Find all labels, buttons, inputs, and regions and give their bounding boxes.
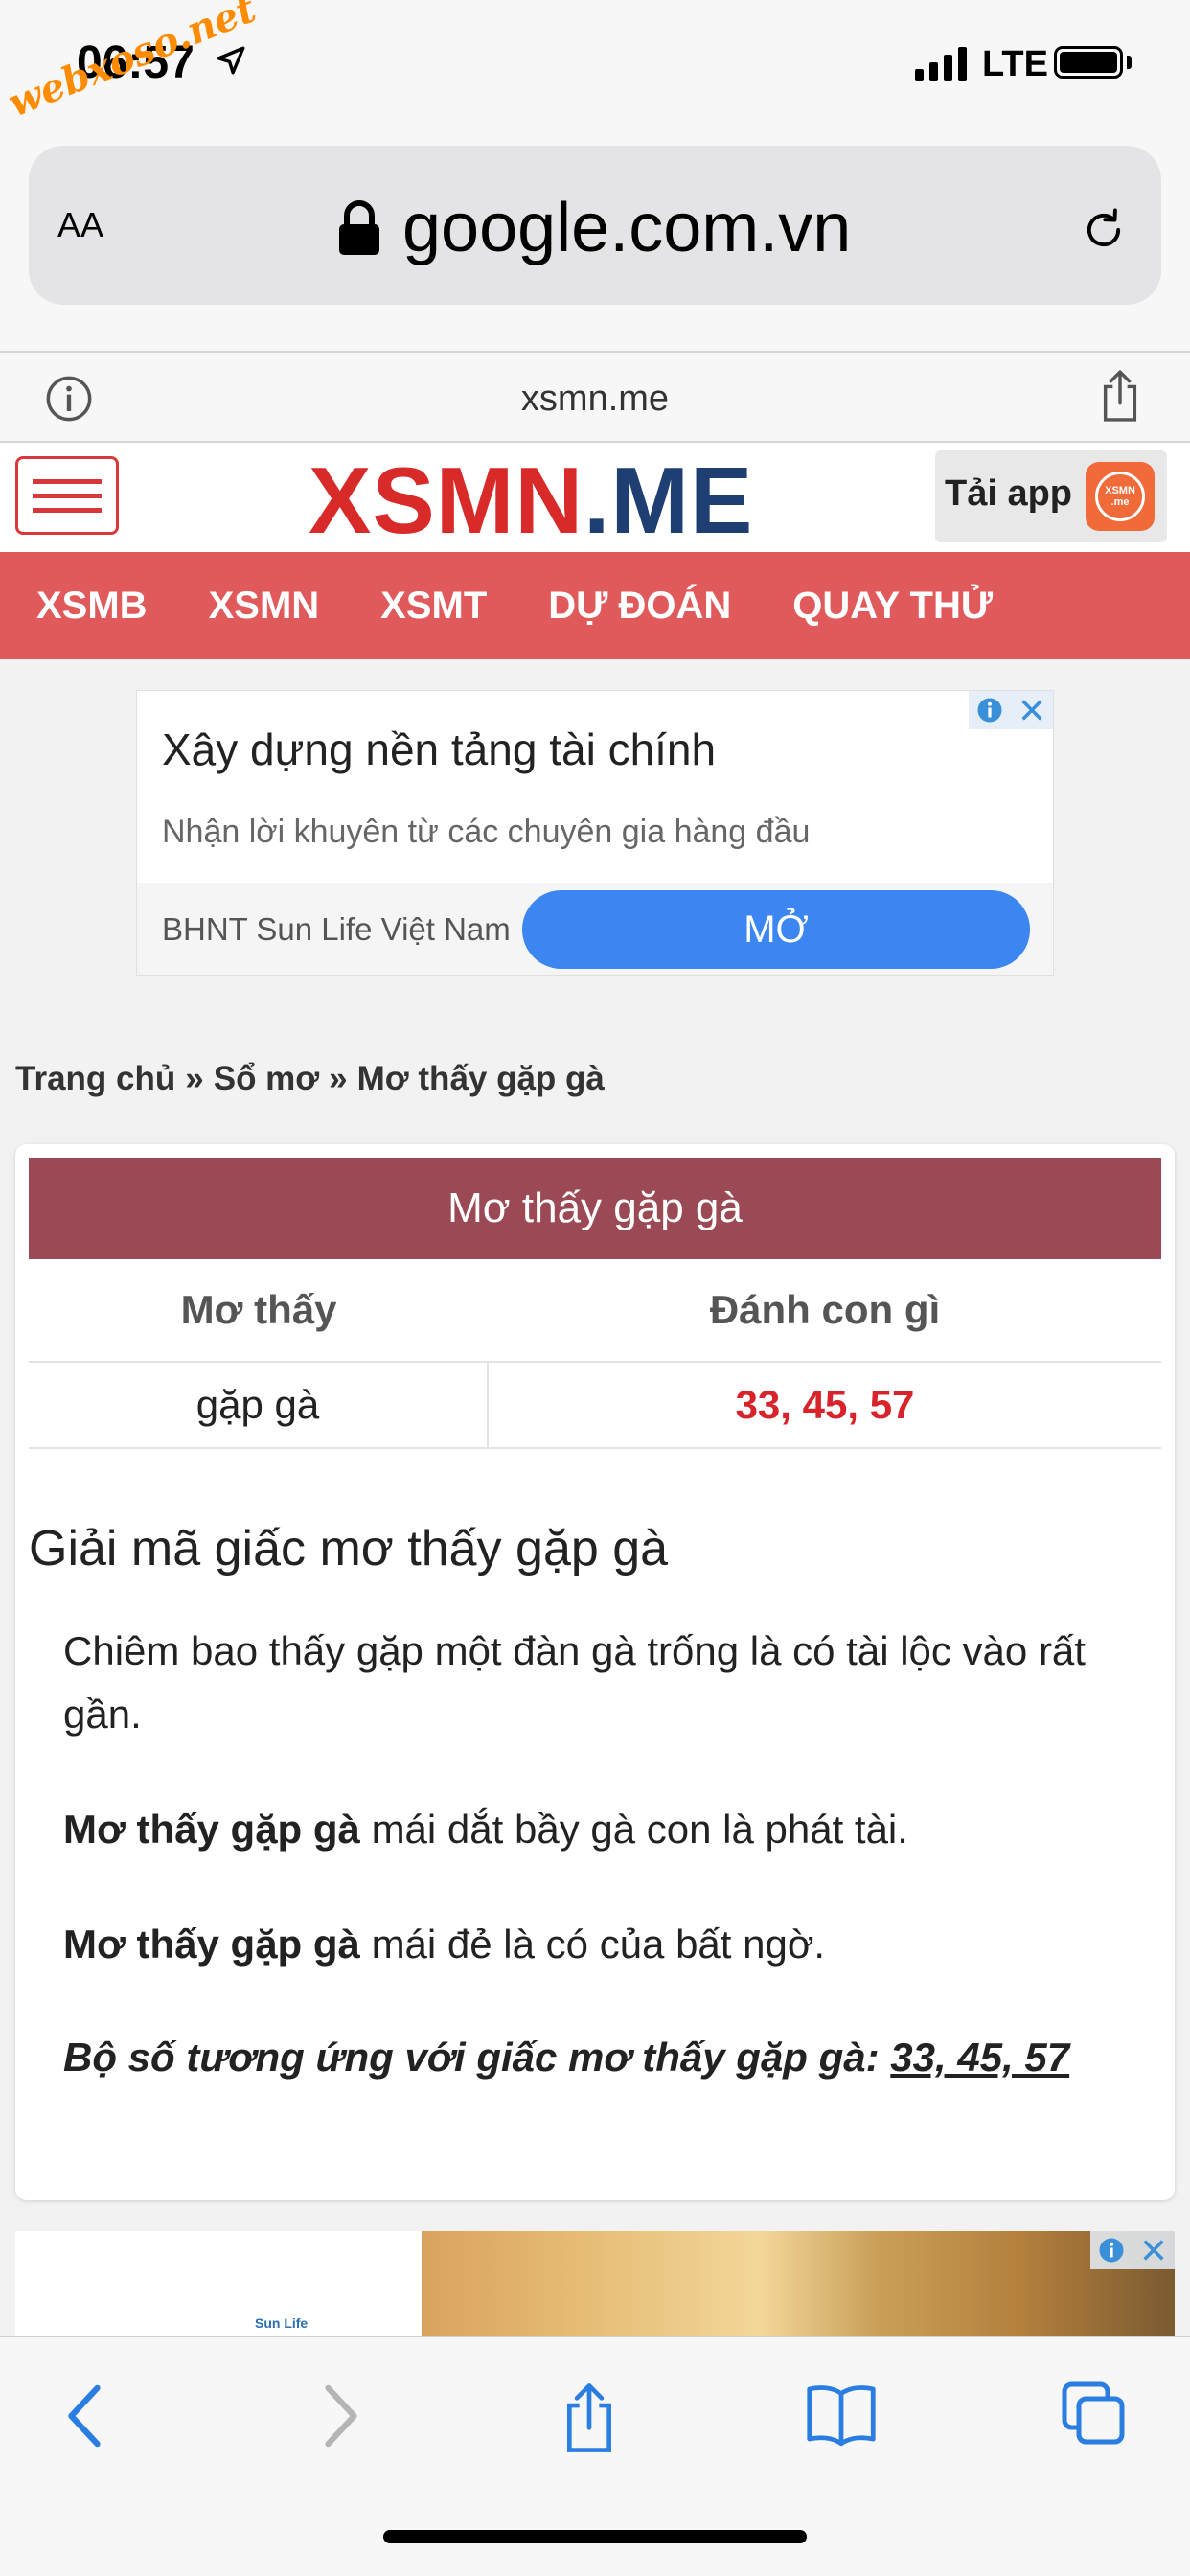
location-arrow-icon <box>217 46 245 75</box>
site-info-bar: xsmn.me <box>0 351 1190 443</box>
content-card: Mơ thấy gặp gà Mơ thấy Đánh con gì gặp g… <box>15 1144 1175 2200</box>
lock-icon <box>339 200 379 255</box>
site-host: xsmn.me <box>520 379 670 419</box>
paragraph-2-rest: mái dắt bầy gà con là phát tài. <box>359 1806 908 1852</box>
address-text[interactable]: google.com.vn <box>402 189 851 267</box>
breadcrumb: Trang chủ» Sổ mơ» Mơ thấy gặp gà <box>15 1060 605 1098</box>
paragraph-3-rest: mái đẻ là có của bất ngờ. <box>359 1921 826 1966</box>
battery-tip <box>1127 56 1132 69</box>
status-bar: 06:57 LTE webxoso.net <box>0 0 1190 134</box>
logo-text-red: XSMN <box>309 448 584 553</box>
paragraph-1: Chiêm bao thấy gặp một đàn gà trống là c… <box>63 1628 1086 1736</box>
breadcrumb-so-mo[interactable]: Sổ mơ <box>214 1060 319 1097</box>
paragraph-3: Mơ thấy gặp gà mái đẻ là có của bất ngờ. <box>63 1913 1136 1976</box>
article-heading: Giải mã giấc mơ thấy gặp gà <box>29 1521 669 1576</box>
paragraph-4: Bộ số tương ứng với giấc mơ thấy gặp gà:… <box>63 2026 1136 2089</box>
download-app-button[interactable]: Tải app XSMN .me <box>935 450 1167 542</box>
paragraph-3-bold: Mơ thấy gặp gà <box>63 1921 360 1966</box>
reload-icon[interactable] <box>1079 205 1129 255</box>
nav-item-xsmn[interactable]: XSMN <box>209 585 320 628</box>
signal-icon <box>915 46 967 80</box>
row-divider <box>29 1447 1161 1449</box>
paragraph-4-prefix: Bộ số tương ứng với giấc mơ thấy gặp gà: <box>63 2035 891 2080</box>
breadcrumb-separator: » <box>185 1060 204 1097</box>
ad-2-choices[interactable] <box>1090 2231 1175 2269</box>
nav-item-du-doan[interactable]: DỰ ĐOÁN <box>548 585 731 628</box>
network-type: LTE <box>982 44 1048 84</box>
lucky-numbers-link[interactable]: 33, 45, 57 <box>890 2035 1069 2080</box>
ad-2-close-icon[interactable] <box>1133 2231 1175 2269</box>
ad-2-info-icon[interactable] <box>1090 2231 1133 2269</box>
paragraph-2-bold: Mơ thấy gặp gà <box>63 1806 360 1852</box>
ad-banner-2[interactable]: Sun Life <box>15 2231 1175 2336</box>
ad-brand: BHNT Sun Life Việt Nam <box>162 911 511 947</box>
breadcrumb-home[interactable]: Trang chủ <box>15 1060 175 1097</box>
ad-2-image[interactable] <box>422 2231 1175 2336</box>
address-bar-area: AA google.com.vn <box>0 134 1190 351</box>
address-bar[interactable]: AA google.com.vn <box>29 146 1161 305</box>
site-logo[interactable]: XSMN.ME <box>309 447 753 555</box>
home-indicator[interactable] <box>383 2530 807 2543</box>
main-nav: XSMB XSMN XSMT DỰ ĐOÁN QUAY THỬ <box>0 552 1190 659</box>
ad-choices[interactable] <box>969 691 1053 729</box>
ad-footer: BHNT Sun Life Việt Nam MỞ <box>137 883 1053 975</box>
column-header-dream: Mơ thấy <box>180 1287 337 1332</box>
table-cell-numbers: 33, 45, 57 <box>735 1382 915 1427</box>
ad-close-icon[interactable] <box>1011 691 1053 729</box>
share-icon[interactable] <box>1098 368 1142 424</box>
text-size-button[interactable]: AA <box>57 205 103 245</box>
site-header: XSMN.ME Tải app XSMN .me <box>0 443 1190 555</box>
battery-icon <box>1054 46 1123 79</box>
download-app-label: Tải app <box>945 473 1073 514</box>
column-header-numbers: Đánh con gì <box>709 1287 941 1332</box>
table-cell-dream: gặp gà <box>195 1382 320 1427</box>
ad-title[interactable]: Xây dựng nền tảng tài chính <box>162 724 716 775</box>
back-icon[interactable] <box>61 2380 109 2452</box>
nav-item-quay-thu[interactable]: QUAY THỬ <box>792 585 993 628</box>
nav-item-xsmt[interactable]: XSMT <box>380 585 487 628</box>
breadcrumb-current[interactable]: Mơ thấy gặp gà <box>357 1060 605 1097</box>
nav-item-xsmb[interactable]: XSMB <box>36 585 148 628</box>
tabs-icon[interactable] <box>1060 2380 1127 2447</box>
menu-icon[interactable] <box>15 456 119 535</box>
paragraph-2: Mơ thấy gặp gà mái dắt bầy gà con là phá… <box>63 1798 1136 1861</box>
bookmarks-icon[interactable] <box>805 2380 878 2449</box>
app-logo-icon: XSMN .me <box>1086 462 1155 531</box>
forward-icon[interactable] <box>316 2380 364 2452</box>
ad-2-logo: Sun Life <box>255 2315 309 2331</box>
ad-info-icon[interactable] <box>969 691 1011 729</box>
ad-banner[interactable]: Xây dựng nền tảng tài chính Nhận lời khu… <box>136 690 1054 976</box>
share-icon[interactable] <box>560 2380 619 2456</box>
ad-description: Nhận lời khuyên từ các chuyên gia hàng đ… <box>162 814 811 850</box>
logo-text-blue: .ME <box>584 448 754 553</box>
ad-open-button[interactable]: MỞ <box>522 890 1030 969</box>
breadcrumb-separator: » <box>329 1060 348 1097</box>
table-title: Mơ thấy gặp gà <box>29 1158 1161 1259</box>
